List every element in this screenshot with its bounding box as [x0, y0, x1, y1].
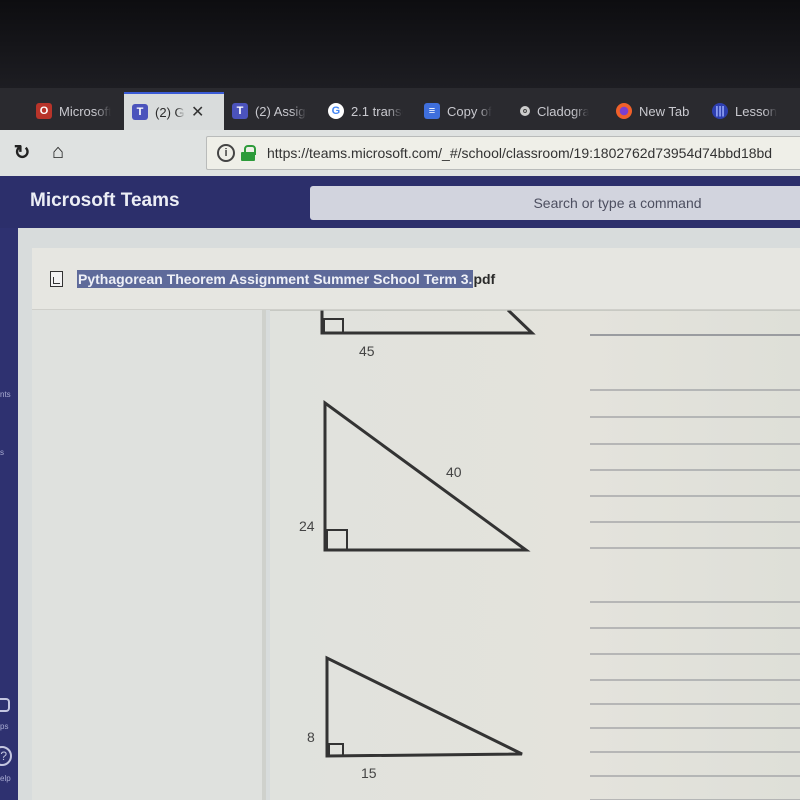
file-extension[interactable]: pdf	[473, 271, 495, 287]
rail-label-partial[interactable]: nts	[0, 390, 11, 399]
teams-icon: T	[231, 103, 248, 119]
address-bar[interactable]: i https://teams.microsoft.com/_#/school/…	[206, 136, 800, 170]
tab-general[interactable]: T (2) General ✕	[124, 92, 224, 130]
teams-left-rail: nts s ps ? elp	[0, 228, 18, 800]
search-input[interactable]: Search or type a command	[310, 186, 800, 220]
triangle-1-partial: 45	[320, 310, 536, 359]
teams-icon: T	[132, 104, 149, 120]
triangle-2: 24 40	[299, 400, 531, 552]
monitor-bezel	[0, 0, 800, 88]
file-header: Pythagorean Theorem Assignment Summer Sc…	[32, 248, 800, 310]
reload-icon[interactable]: ↻	[10, 140, 34, 164]
document-side-pane	[32, 310, 266, 800]
office-icon: O	[36, 103, 52, 119]
lock-icon	[241, 145, 256, 161]
tab-copy[interactable]: ≡ Copy of	[416, 92, 512, 130]
pdf-page-drawing: 45 24 40 8 15	[270, 310, 800, 800]
tab-microsoft[interactable]: O Microsoft	[28, 92, 124, 130]
triangle-2-left-label: 24	[299, 518, 315, 534]
pdf-page[interactable]: 45 24 40 8 15	[270, 310, 800, 800]
home-icon[interactable]: ⌂	[46, 140, 70, 164]
audio-icon: |||	[712, 103, 729, 119]
google-icon: G	[327, 103, 344, 119]
answer-lines	[270, 310, 800, 800]
tab-transcript[interactable]: G 2.1 transcript	[320, 92, 416, 130]
close-tab-icon[interactable]: ✕	[191, 102, 204, 122]
app-title: Microsoft Teams	[30, 190, 180, 211]
apps-icon[interactable]	[0, 698, 10, 712]
teams-content: Pythagorean Theorem Assignment Summer Sc…	[18, 228, 800, 800]
triangle-3: 8 15	[307, 655, 523, 781]
browser-tab-bar: O Microsoft T (2) General ✕ T (2) Assign…	[0, 88, 800, 130]
rail-label-apps[interactable]: ps	[0, 722, 8, 731]
tab-new-tab[interactable]: New Tab	[608, 92, 704, 130]
pdf-file-icon	[50, 270, 63, 287]
docs-icon: ≡	[423, 103, 440, 119]
help-icon[interactable]: ?	[0, 746, 12, 766]
tab-lesson[interactable]: ||| Lesson	[704, 92, 800, 130]
teams-header: Microsoft Teams Search or type a command	[0, 176, 800, 228]
tab-assignments[interactable]: T (2) Assignments	[224, 92, 320, 130]
generic-site-icon: o	[519, 106, 530, 116]
file-name-selected[interactable]: Pythagorean Theorem Assignment Summer Sc…	[77, 269, 474, 288]
triangle-2-hypotenuse-label: 40	[446, 464, 462, 480]
rail-label-help[interactable]: elp	[0, 774, 11, 783]
tab-cladogram[interactable]: o Cladogram	[512, 92, 608, 130]
triangle-1-bottom-label: 45	[359, 343, 375, 359]
triangle-3-bottom-label: 15	[361, 765, 377, 781]
triangle-3-left-label: 8	[307, 729, 315, 745]
url-text[interactable]: https://teams.microsoft.com/_#/school/cl…	[267, 145, 772, 161]
rail-label-partial-2[interactable]: s	[0, 448, 4, 457]
firefox-icon	[616, 103, 632, 119]
info-icon[interactable]: i	[217, 144, 235, 162]
browser-nav-bar: ↻ ⌂ i https://teams.microsoft.com/_#/sch…	[0, 130, 800, 176]
